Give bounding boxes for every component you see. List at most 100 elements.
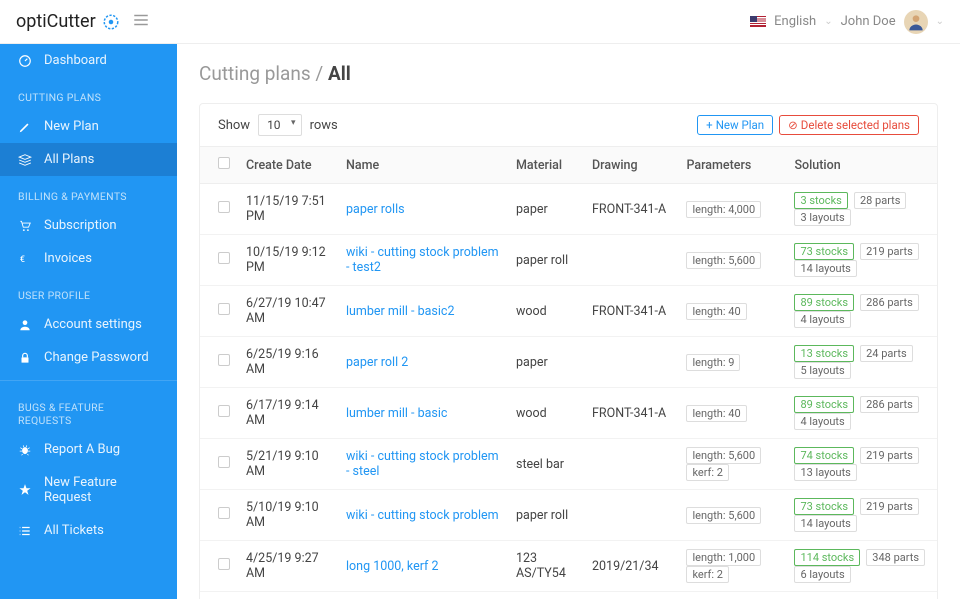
cell-material: wood <box>508 286 584 337</box>
delete-selected-button[interactable]: ⊘Delete selected plans <box>779 115 919 135</box>
cell-date: 4/25/19 9:27 AM <box>238 541 338 592</box>
new-plan-button[interactable]: +New Plan <box>697 115 773 135</box>
table-row: 4/11/19 5:21 PM long 1000 steel rod 2019… <box>200 592 937 599</box>
cell-date: 6/27/19 10:47 AM <box>238 286 338 337</box>
col-drawing[interactable]: Drawing <box>584 147 678 184</box>
row-checkbox[interactable] <box>218 354 230 366</box>
cell-params: length: 40 <box>678 286 786 337</box>
bug-icon <box>18 443 32 457</box>
cell-material: paper roll <box>508 235 584 286</box>
param-tag: length: 5,600 <box>686 252 761 269</box>
sidebar-section-bugs: BUGS & FEATURE REQUESTS <box>0 387 177 433</box>
pencil-icon <box>18 120 32 134</box>
cell-material: paper <box>508 184 584 235</box>
cell-material: steel bar <box>508 439 584 490</box>
cell-solution: 74 stocks 219 parts 13 layouts <box>786 439 937 490</box>
flag-icon <box>750 16 766 27</box>
row-checkbox[interactable] <box>218 201 230 213</box>
parts-tag: 24 parts <box>860 345 913 362</box>
sidebar-item-report-bug[interactable]: Report A Bug <box>0 433 177 466</box>
sidebar-item-all-tickets[interactable]: All Tickets <box>0 514 177 547</box>
row-checkbox[interactable] <box>218 405 230 417</box>
sidebar-label: Change Password <box>44 350 149 365</box>
col-name[interactable]: Name <box>338 147 508 184</box>
cell-material: paper roll <box>508 490 584 541</box>
plan-name-link[interactable]: wiki - cutting stock problem - steel <box>346 449 499 479</box>
parts-tag: 219 parts <box>860 498 919 515</box>
layouts-tag: 5 layouts <box>794 362 850 379</box>
plan-name-link[interactable]: paper rolls <box>346 202 405 217</box>
table-row: 5/10/19 9:10 AM wiki - cutting stock pro… <box>200 490 937 541</box>
cell-solution: 89 stocks 286 parts 4 layouts <box>786 286 937 337</box>
cell-date: 5/10/19 9:10 AM <box>238 490 338 541</box>
plan-name-link[interactable]: paper roll 2 <box>346 355 408 370</box>
row-checkbox[interactable] <box>218 456 230 468</box>
cell-date: 4/11/19 5:21 PM <box>238 592 338 599</box>
plan-name-link[interactable]: long 1000, kerf 2 <box>346 559 439 574</box>
cell-drawing: FRONT-341-A <box>584 286 678 337</box>
cart-icon <box>18 219 32 233</box>
stocks-tag: 73 stocks <box>794 243 854 260</box>
plan-name-link[interactable]: lumber mill - basic2 <box>346 304 455 319</box>
plan-name-link[interactable]: wiki - cutting stock problem - test2 <box>346 245 499 275</box>
select-all-checkbox[interactable] <box>218 157 230 169</box>
stack-icon <box>18 153 32 167</box>
ban-icon: ⊘ <box>788 118 798 132</box>
cell-drawing: FRONT-341-A <box>584 184 678 235</box>
sidebar-item-dashboard[interactable]: Dashboard <box>0 44 177 77</box>
main-content: Cutting plans / All Show 10 rows +New Pl… <box>177 44 960 599</box>
row-checkbox[interactable] <box>218 558 230 570</box>
stocks-tag: 3 stocks <box>794 192 847 209</box>
stocks-tag: 89 stocks <box>794 294 854 311</box>
gear-icon <box>102 13 120 31</box>
row-checkbox[interactable] <box>218 252 230 264</box>
list-icon <box>18 524 32 538</box>
sidebar-item-password[interactable]: Change Password <box>0 341 177 374</box>
cell-date: 6/17/19 9:14 AM <box>238 388 338 439</box>
user-icon <box>18 318 32 332</box>
table-row: 6/27/19 10:47 AM lumber mill - basic2 wo… <box>200 286 937 337</box>
col-material[interactable]: Material <box>508 147 584 184</box>
parts-tag: 28 parts <box>854 192 907 209</box>
stocks-tag: 73 stocks <box>794 498 854 515</box>
plan-name-link[interactable]: wiki - cutting stock problem <box>346 508 499 523</box>
col-parameters[interactable]: Parameters <box>678 147 786 184</box>
logo[interactable]: optiCutter <box>16 11 120 32</box>
plus-icon: + <box>706 118 713 132</box>
avatar[interactable] <box>904 10 928 34</box>
cell-params: length: 4,000 <box>678 184 786 235</box>
cell-solution: 13 stocks 24 parts 5 layouts <box>786 337 937 388</box>
user-name[interactable]: John Doe <box>841 14 896 29</box>
sidebar-label: Report A Bug <box>44 442 120 457</box>
menu-toggle[interactable] <box>132 11 150 33</box>
row-checkbox[interactable] <box>218 507 230 519</box>
sidebar-label: Invoices <box>44 251 92 266</box>
row-checkbox[interactable] <box>218 303 230 315</box>
cell-params: length: 5,600 <box>678 490 786 541</box>
table-row: 11/15/19 7:51 PM paper rolls paper FRONT… <box>200 184 937 235</box>
layouts-tag: 3 layouts <box>794 209 850 226</box>
button-label: Delete selected plans <box>801 118 910 132</box>
sidebar-item-feature-request[interactable]: New Feature Request <box>0 466 177 514</box>
chevron-down-icon: ⌄ <box>936 16 944 27</box>
language-selector[interactable]: English <box>774 14 816 29</box>
plans-panel: Show 10 rows +New Plan ⊘Delete selected … <box>199 103 938 599</box>
sidebar-item-subscription[interactable]: Subscription <box>0 209 177 242</box>
param-tag: length: 40 <box>686 405 746 422</box>
sidebar-label: Subscription <box>44 218 117 233</box>
sidebar-item-new-plan[interactable]: New Plan <box>0 110 177 143</box>
cell-material: steel rod <box>508 592 584 599</box>
sidebar-item-account[interactable]: Account settings <box>0 308 177 341</box>
col-solution[interactable]: Solution <box>786 147 937 184</box>
cell-params: length: 1,000kerf: 2 <box>678 541 786 592</box>
sidebar-item-all-plans[interactable]: All Plans <box>0 143 177 176</box>
dashboard-icon <box>18 54 32 68</box>
table-row: 6/17/19 9:14 AM lumber mill - basic wood… <box>200 388 937 439</box>
col-create-date[interactable]: Create Date <box>238 147 338 184</box>
page-size-select[interactable]: 10 <box>258 114 302 136</box>
sidebar-item-invoices[interactable]: € Invoices <box>0 242 177 275</box>
plan-name-link[interactable]: lumber mill - basic <box>346 406 447 421</box>
sidebar: Dashboard CUTTING PLANS New Plan All Pla… <box>0 44 177 599</box>
cell-solution: 73 stocks 219 parts 14 layouts <box>786 490 937 541</box>
param-tag: kerf: 2 <box>686 464 729 481</box>
